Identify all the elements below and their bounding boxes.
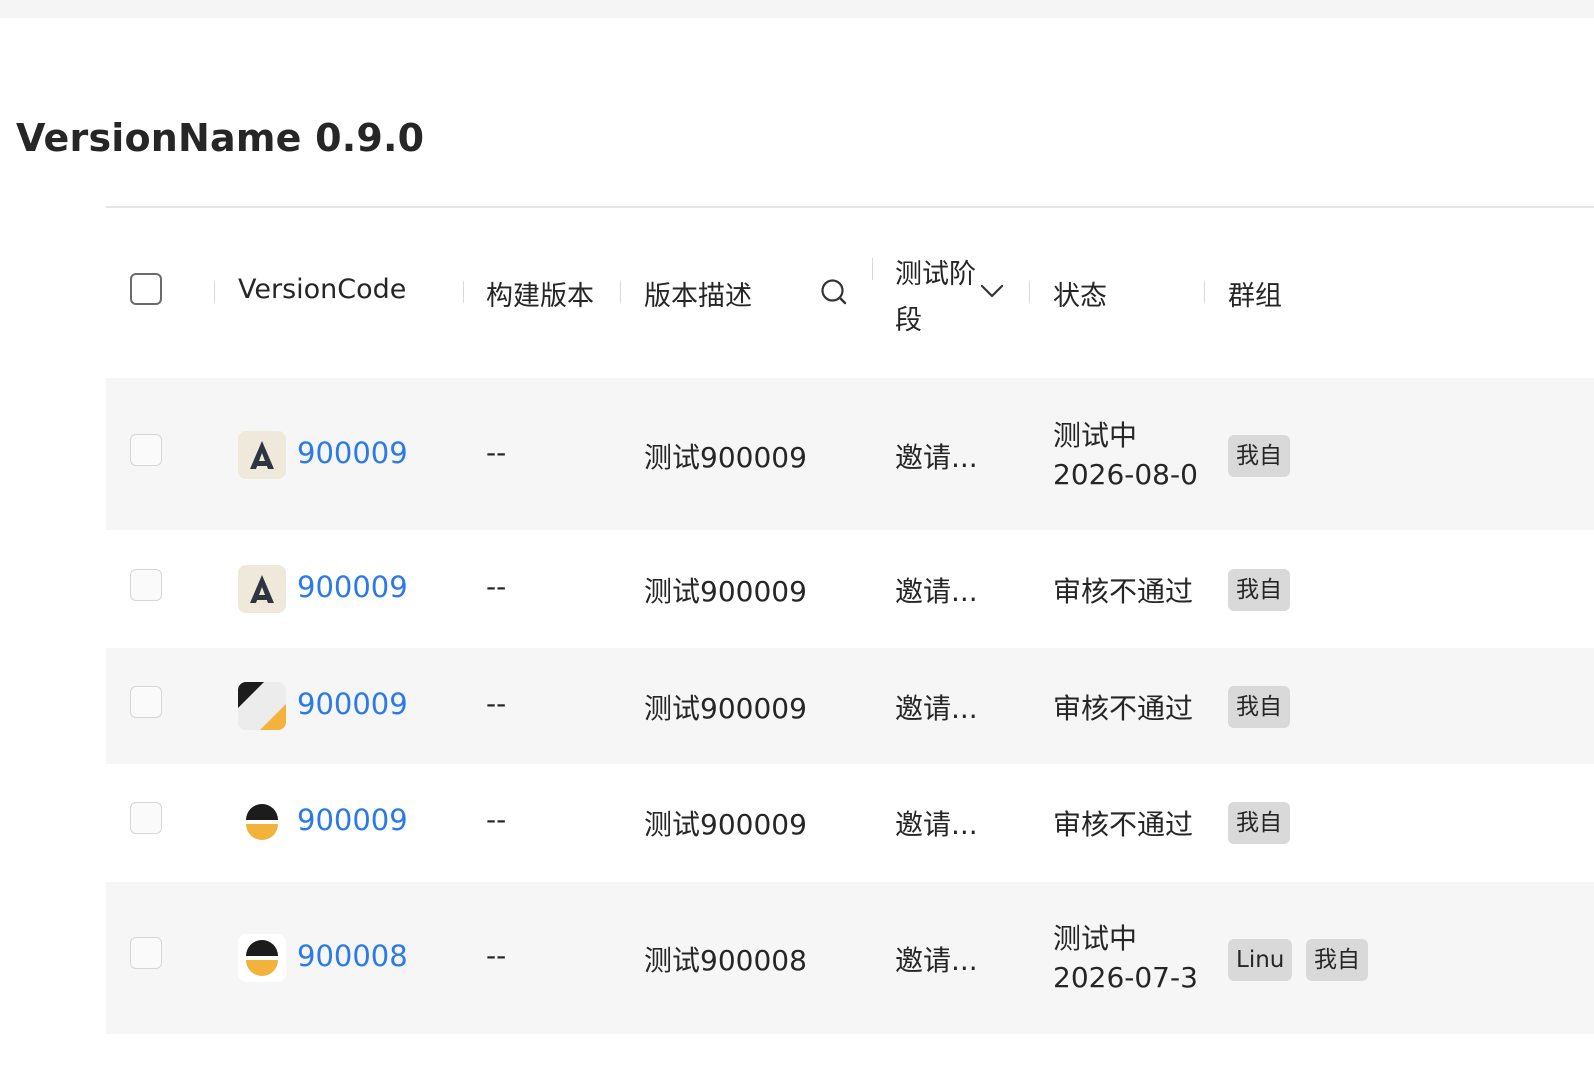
column-header-group: 群组 <box>1228 281 1282 312</box>
row-checkbox[interactable] <box>130 686 162 718</box>
status-cell: 审核不通过 <box>1053 575 1194 608</box>
description-cell: 测试900009 <box>644 441 807 474</box>
table-row[interactable]: 900009 -- 测试900009 邀请... 审核不通过 我自 <box>106 764 1594 882</box>
diagonal-split-icon <box>238 682 286 730</box>
top-bar <box>0 0 1594 18</box>
half-circle-icon <box>238 934 286 982</box>
test-stage-cell: 邀请... <box>895 944 978 977</box>
version-code-link[interactable]: 900008 <box>297 939 408 973</box>
description-cell: 测试900008 <box>644 944 807 977</box>
column-header-versioncode: VersionCode <box>238 274 407 305</box>
chevron-down-icon[interactable] <box>980 283 1004 299</box>
column-header-test-stage-line2: 段 <box>895 305 922 336</box>
group-tag: 我自 <box>1228 569 1290 611</box>
column-separator <box>214 281 215 303</box>
description-cell: 测试900009 <box>644 575 807 608</box>
status-cell: 测试中 <box>1053 419 1138 452</box>
table-row[interactable]: 900009 -- 测试900009 邀请... 审核不通过 我自 <box>106 530 1594 648</box>
group-tag: Linu <box>1228 939 1293 981</box>
version-code-link[interactable]: 900009 <box>297 803 408 837</box>
column-header-build-version: 构建版本 <box>486 281 594 312</box>
column-header-status: 状态 <box>1053 281 1107 312</box>
half-circle-icon <box>238 798 286 846</box>
column-separator <box>620 281 621 303</box>
column-separator <box>872 258 873 280</box>
version-code-link[interactable]: 900009 <box>297 436 408 470</box>
page-title: VersionName 0.9.0 <box>16 116 425 160</box>
description-cell: 测试900009 <box>644 808 807 841</box>
table-row[interactable]: 900009 -- 测试900009 邀请... 测试中 2026-08-0 我… <box>106 378 1594 530</box>
column-header-description: 版本描述 <box>644 281 752 312</box>
test-stage-cell: 邀请... <box>895 575 978 608</box>
version-code-link[interactable]: 900009 <box>297 570 408 604</box>
row-checkbox[interactable] <box>130 802 162 834</box>
test-stage-cell: 邀请... <box>895 441 978 474</box>
table-row[interactable]: 900009 -- 测试900009 邀请... 审核不通过 我自 <box>106 648 1594 764</box>
row-checkbox[interactable] <box>130 937 162 969</box>
column-separator <box>1029 281 1030 303</box>
column-separator <box>1204 281 1205 303</box>
status-date: 2026-08-0 <box>1053 458 1198 491</box>
group-tag: 我自 <box>1228 802 1290 844</box>
select-all-checkbox[interactable] <box>130 273 162 305</box>
build-version-cell: -- <box>486 803 507 836</box>
column-header-test-stage-line1: 测试阶 <box>895 259 976 290</box>
column-separator <box>463 281 464 303</box>
letter-a-icon <box>238 565 286 613</box>
letter-a-icon <box>238 431 286 479</box>
status-cell: 测试中 <box>1053 922 1138 955</box>
test-stage-cell: 邀请... <box>895 808 978 841</box>
build-version-cell: -- <box>486 687 507 720</box>
group-tag: 我自 <box>1228 435 1290 477</box>
row-checkbox[interactable] <box>130 569 162 601</box>
group-tag: 我自 <box>1306 939 1368 981</box>
search-icon[interactable] <box>820 278 848 306</box>
description-cell: 测试900009 <box>644 692 807 725</box>
version-code-link[interactable]: 900009 <box>297 687 408 721</box>
table-header: VersionCode 构建版本 版本描述 测试阶 段 状态 群组 <box>106 208 1594 378</box>
build-version-cell: -- <box>486 436 507 469</box>
row-checkbox[interactable] <box>130 434 162 466</box>
build-version-cell: -- <box>486 570 507 603</box>
status-date: 2026-07-3 <box>1053 961 1198 994</box>
group-tag: 我自 <box>1228 686 1290 728</box>
versions-table: VersionCode 构建版本 版本描述 测试阶 段 状态 群组 900009… <box>106 208 1594 1034</box>
table-row[interactable]: 900008 -- 测试900008 邀请... 测试中 2026-07-3 L… <box>106 882 1594 1034</box>
status-cell: 审核不通过 <box>1053 692 1194 725</box>
status-cell: 审核不通过 <box>1053 808 1194 841</box>
test-stage-cell: 邀请... <box>895 692 978 725</box>
build-version-cell: -- <box>486 939 507 972</box>
